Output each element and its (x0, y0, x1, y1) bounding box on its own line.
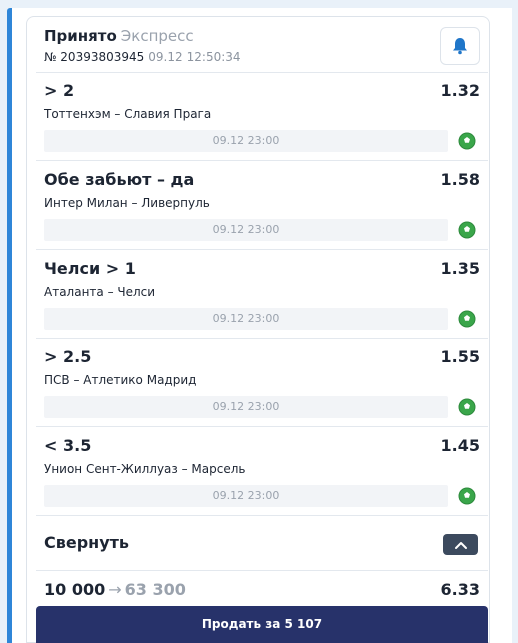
event-odds: 1.58 (440, 170, 480, 189)
divider (36, 426, 488, 427)
event-outcome: Челси > 1 (44, 259, 136, 278)
bet-type-label: Экспресс (120, 27, 194, 45)
bet-status: Принято Экспресс (44, 27, 194, 45)
divider (36, 72, 488, 73)
divider (36, 515, 488, 516)
soccer-ball-icon (458, 398, 476, 416)
bet-meta: № 20393803945 09.12 12:50:34 (44, 50, 241, 64)
stake-amount: 10 000 (44, 580, 106, 599)
status-label: Принято (44, 27, 117, 45)
event-match: Аталанта – Челси (44, 285, 156, 299)
bell-icon (453, 38, 467, 55)
divider (36, 338, 488, 339)
event-outcome: > 2 (44, 81, 75, 100)
event-odds: 1.45 (440, 436, 480, 455)
total-odds: 6.33 (440, 580, 480, 599)
divider (36, 570, 488, 571)
arrow-icon: → (108, 580, 122, 599)
collapse-label[interactable]: Свернуть (44, 533, 129, 552)
sell-button[interactable]: Продать за 5 107 (36, 606, 488, 643)
soccer-ball-icon (458, 221, 476, 239)
event-start-time: 09.12 23:00 (44, 308, 448, 330)
divider (36, 249, 488, 250)
bet-header: Принято Экспресс (44, 26, 194, 45)
event-outcome: < 3.5 (44, 436, 92, 455)
event-start-time: 09.12 23:00 (44, 219, 448, 241)
divider (36, 160, 488, 161)
bet-date: 09.12 (148, 50, 183, 64)
soccer-ball-icon (458, 132, 476, 150)
soccer-ball-icon (458, 487, 476, 505)
event-match: Интер Милан – Ливерпуль (44, 196, 210, 210)
event-match: Тоттенхэм – Славия Прага (44, 107, 212, 121)
potential-win: 63 300 (124, 580, 186, 599)
event-match: ПСВ – Атлетико Мадрид (44, 373, 197, 387)
event-outcome: Обе забьют – да (44, 170, 195, 189)
event-odds: 1.55 (440, 347, 480, 366)
page-background: Принято Экспресс № 20393803945 09.12 12:50:… (0, 0, 518, 643)
event-odds: 1.35 (440, 259, 480, 278)
collapse-button[interactable] (443, 534, 478, 555)
total-stake: 10 000 → 63 300 (44, 580, 186, 599)
event-match: Унион Сент-Жиллуаз – Марсель (44, 462, 246, 476)
chevron-up-icon (454, 541, 467, 549)
event-odds: 1.32 (440, 81, 480, 100)
notification-button[interactable] (440, 27, 480, 65)
event-start-time: 09.12 23:00 (44, 485, 448, 507)
bet-time: 12:50:34 (186, 50, 241, 64)
bet-number: № 20393803945 (44, 50, 145, 64)
soccer-ball-icon (458, 310, 476, 328)
event-start-time: 09.12 23:00 (44, 396, 448, 418)
event-start-time: 09.12 23:00 (44, 130, 448, 152)
event-outcome: > 2.5 (44, 347, 92, 366)
